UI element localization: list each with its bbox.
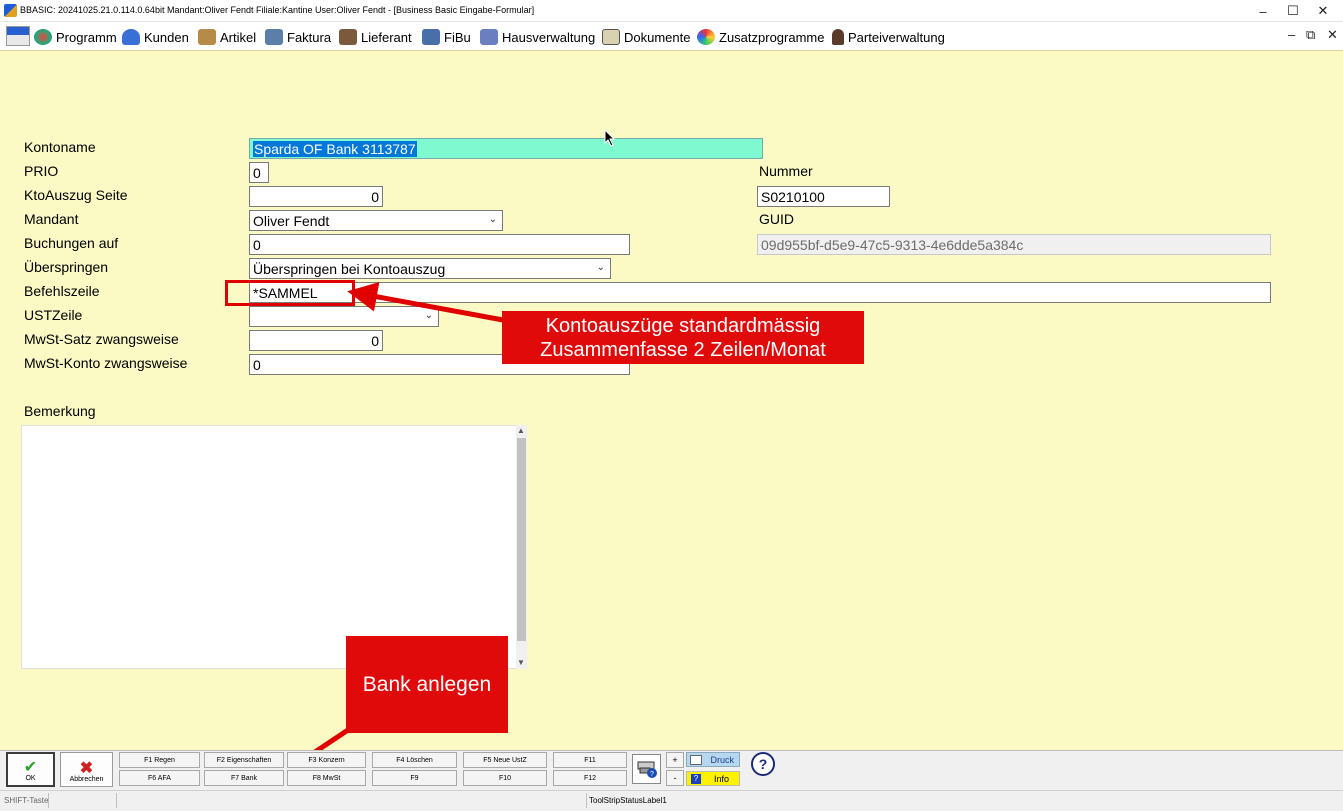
f11-button[interactable]: F11 — [553, 752, 627, 768]
cancel-x-icon: ✖ — [79, 760, 94, 777]
abbrechen-label: Abbrechen — [69, 776, 104, 783]
f12-button[interactable]: F12 — [553, 770, 627, 786]
abbrechen-button[interactable]: ✖ Abbrechen — [60, 752, 113, 787]
f2-eigenschaften-button[interactable]: F2 Eigenschaften — [204, 752, 284, 768]
ok-label: OK — [25, 775, 36, 782]
status-bar — [0, 790, 1343, 811]
druck-button[interactable]: Druck — [686, 752, 740, 767]
status-shift: SHIFT-Taste — [4, 796, 49, 805]
f7-bank-button[interactable]: F7 Bank — [204, 770, 284, 786]
tool-icon: ? — [637, 761, 657, 778]
druck-label: Druck — [710, 754, 734, 765]
info-icon: ? — [691, 774, 701, 784]
f1-regen-button[interactable]: F1 Regen — [119, 752, 200, 768]
minus-button[interactable]: - — [666, 770, 684, 786]
annotation-arrows — [269, 281, 504, 783]
status-divider — [48, 793, 49, 808]
settings-tool-button[interactable]: ? — [632, 754, 661, 784]
checkmark-icon: ✔ — [23, 759, 38, 776]
f3-konzern-button[interactable]: F3 Konzern — [287, 752, 366, 768]
f9-button[interactable]: F9 — [372, 770, 457, 786]
arrow-to-befehlszeile — [347, 281, 504, 323]
plus-button[interactable]: + — [666, 752, 684, 768]
f4-loeschen-button[interactable]: F4 Löschen — [372, 752, 457, 768]
info-label: Info — [713, 773, 729, 784]
status-divider — [586, 793, 587, 808]
status-label1: ToolStripStatusLabel1 — [589, 796, 667, 805]
status-divider — [116, 793, 117, 808]
f8-mwst-button[interactable]: F8 MwSt — [287, 770, 366, 786]
info-button[interactable]: ? Info — [686, 771, 740, 786]
svg-text:?: ? — [650, 771, 654, 778]
f10-button[interactable]: F10 — [463, 770, 547, 786]
f6-afa-button[interactable]: F6 AFA — [119, 770, 200, 786]
help-icon[interactable]: ? — [751, 752, 775, 776]
ok-button[interactable]: ✔ OK — [6, 752, 55, 787]
printer-icon — [690, 755, 702, 765]
f5-neue-ustz-button[interactable]: F5 Neue UstZ — [463, 752, 547, 768]
